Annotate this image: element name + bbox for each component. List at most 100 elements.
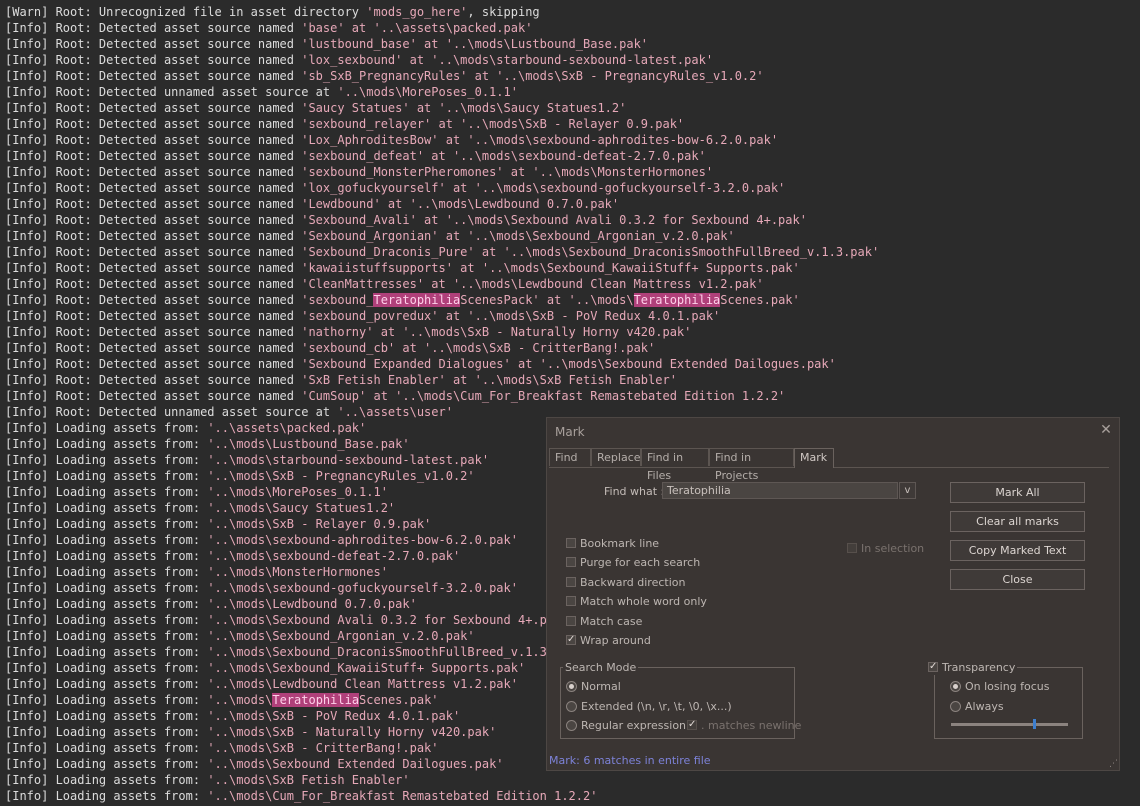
log-prefix: [Info] bbox=[5, 565, 49, 579]
log-prefix: [Info] bbox=[5, 789, 49, 803]
transparency-slider[interactable] bbox=[951, 723, 1068, 726]
log-string: 'CleanMattresses' at '..\mods\Lewdbound … bbox=[301, 277, 764, 291]
log-string: '..\mods\Lewdbound 0.7.0.pak' bbox=[207, 597, 417, 611]
status-text: Mark: 6 matches in entire file bbox=[549, 754, 711, 767]
radio-label: Always bbox=[965, 700, 1004, 713]
log-string: '..\mods\ bbox=[207, 693, 273, 707]
log-prefix: [Info] bbox=[5, 533, 49, 547]
find-history-dropdown[interactable]: v bbox=[899, 482, 916, 499]
log-prefix: [Info] bbox=[5, 85, 49, 99]
log-message: Root: Detected asset source named bbox=[48, 213, 302, 227]
tab-mark[interactable]: Mark bbox=[794, 448, 834, 468]
log-prefix: [Info] bbox=[5, 549, 49, 563]
log-message: Root: Detected asset source named bbox=[48, 133, 302, 147]
log-line: [Info] Loading assets from: '..\mods\Sau… bbox=[5, 500, 395, 516]
log-prefix: [Info] bbox=[5, 245, 49, 259]
log-message: Loading assets from: bbox=[48, 453, 208, 467]
log-prefix: [Info] bbox=[5, 261, 49, 275]
log-message: Loading assets from: bbox=[48, 485, 208, 499]
log-line: [Info] Loading assets from: '..\mods\sex… bbox=[5, 532, 518, 548]
bookmark-line-checkbox[interactable]: Bookmark line bbox=[566, 537, 659, 551]
radio-label: Regular expression bbox=[581, 719, 687, 732]
backward-direction-checkbox[interactable]: Backward direction bbox=[566, 576, 685, 590]
log-string: 'Sexbound_Argonian' at '..\mods\Sexbound… bbox=[301, 229, 735, 243]
log-string: '..\mods\Saucy Statues1.2' bbox=[207, 501, 396, 515]
checkbox-label: Transparency bbox=[942, 661, 1016, 674]
log-line: [Info] Loading assets from: '..\mods\Ter… bbox=[5, 692, 439, 708]
log-message: Root: Detected unnamed asset source at bbox=[48, 85, 338, 99]
log-string: '..\mods\sexbound-gofuckyourself-3.2.0.p… bbox=[207, 581, 518, 595]
log-prefix: [Info] bbox=[5, 21, 49, 35]
checkbox-box bbox=[566, 538, 576, 548]
log-prefix: [Info] bbox=[5, 69, 49, 83]
resize-grip-icon[interactable]: ⋰ bbox=[1109, 760, 1118, 769]
log-line: [Info] Loading assets from: '..\mods\sta… bbox=[5, 452, 489, 468]
log-prefix: [Info] bbox=[5, 389, 49, 403]
log-message: Root: Detected asset source named bbox=[48, 165, 302, 179]
log-line: [Info] Loading assets from: '..\mods\Sex… bbox=[5, 660, 525, 676]
log-prefix: [Info] bbox=[5, 277, 49, 291]
log-string: '..\mods\Sexbound_DraconisSmoothFullBree… bbox=[207, 645, 583, 659]
copy-marked-text-button[interactable]: Copy Marked Text bbox=[950, 540, 1085, 561]
log-string: '..\mods\Lustbound_Base.pak' bbox=[207, 437, 410, 451]
log-message: Loading assets from: bbox=[48, 773, 208, 787]
log-line: [Info] Root: Detected asset source named… bbox=[5, 292, 800, 308]
log-string: '..\mods\SxB - Naturally Horny v420.pak' bbox=[207, 725, 497, 739]
log-message: Loading assets from: bbox=[48, 421, 208, 435]
log-line: [Info] Root: Detected asset source named… bbox=[5, 324, 691, 340]
log-line: [Info] Root: Detected asset source named… bbox=[5, 244, 879, 260]
match-case-checkbox[interactable]: Match case bbox=[566, 615, 642, 629]
purge-checkbox[interactable]: Purge for each search bbox=[566, 556, 700, 570]
log-prefix: [Info] bbox=[5, 453, 49, 467]
regex-radio[interactable]: Regular expression bbox=[566, 719, 686, 733]
log-prefix: [Info] bbox=[5, 357, 49, 371]
mark-all-button[interactable]: Mark All bbox=[950, 482, 1085, 503]
dialog-title: Mark bbox=[555, 425, 585, 439]
tab-find-in-projects[interactable]: Find in Projects bbox=[709, 448, 794, 482]
log-line: [Info] Root: Detected asset source named… bbox=[5, 116, 684, 132]
checkbox-box bbox=[566, 557, 576, 567]
in-selection-checkbox: In selection bbox=[847, 542, 924, 556]
log-string: 'nathorny' at '..\mods\SxB - Naturally H… bbox=[301, 325, 692, 339]
log-message: Root: Detected asset source named bbox=[48, 181, 302, 195]
log-line: [Info] Loading assets from: '..\mods\Cum… bbox=[5, 788, 597, 804]
radio-dot bbox=[566, 700, 577, 712]
log-string: ScenesPack' at '..\mods\ bbox=[460, 293, 634, 307]
log-prefix: [Info] bbox=[5, 309, 49, 323]
whole-word-checkbox[interactable]: Match whole word only bbox=[566, 595, 707, 609]
checkbox-box bbox=[566, 577, 576, 587]
on-losing-focus-radio[interactable]: On losing focus bbox=[950, 680, 1050, 694]
find-what-input[interactable]: Teratophilia bbox=[662, 482, 898, 499]
log-string: '..\mods\SxB Fetish Enabler' bbox=[207, 773, 410, 787]
log-message: Loading assets from: bbox=[48, 581, 208, 595]
tab-find[interactable]: Find bbox=[549, 448, 591, 466]
log-line: [Info] Root: Detected asset source named… bbox=[5, 260, 800, 276]
log-string: '..\mods\SxB - PregnancyRules_v1.0.2' bbox=[207, 469, 475, 483]
log-message: Root: Detected asset source named bbox=[48, 21, 302, 35]
log-line: [Info] Root: Detected asset source named… bbox=[5, 340, 655, 356]
log-line: [Info] Root: Detected asset source named… bbox=[5, 388, 785, 404]
tab-find-in-files[interactable]: Find in Files bbox=[641, 448, 709, 482]
search-mode-title: Search Mode bbox=[563, 661, 639, 674]
log-string: 'kawaiistuffsupports' at '..\mods\Sexbou… bbox=[301, 261, 800, 275]
clear-all-marks-button[interactable]: Clear all marks bbox=[950, 511, 1085, 532]
tab-replace[interactable]: Replace bbox=[591, 448, 641, 466]
log-message: Root: Detected asset source named bbox=[48, 53, 302, 67]
log-prefix: [Info] bbox=[5, 421, 49, 435]
log-prefix: [Info] bbox=[5, 181, 49, 195]
close-icon[interactable]: ✕ bbox=[1099, 423, 1113, 437]
normal-radio[interactable]: Normal bbox=[566, 680, 621, 694]
transparency-slider-thumb[interactable] bbox=[1033, 719, 1036, 729]
transparency-checkbox[interactable]: Transparency bbox=[928, 660, 1018, 675]
log-string: 'sexbound_defeat' at '..\mods\sexbound-d… bbox=[301, 149, 706, 163]
extended-radio[interactable]: Extended (\n, \r, \t, \0, \x...) bbox=[566, 700, 732, 714]
close-button[interactable]: Close bbox=[950, 569, 1085, 590]
log-message: Loading assets from: bbox=[48, 741, 208, 755]
log-line: [Info] Root: Detected asset source named… bbox=[5, 132, 778, 148]
always-radio[interactable]: Always bbox=[950, 700, 1004, 714]
log-prefix: [Info] bbox=[5, 613, 49, 627]
wrap-around-checkbox[interactable]: Wrap around bbox=[566, 633, 651, 648]
log-string: '..\assets\user' bbox=[337, 405, 453, 419]
log-line: [Info] Loading assets from: '..\mods\SxB… bbox=[5, 740, 439, 756]
log-message: Loading assets from: bbox=[48, 677, 208, 691]
